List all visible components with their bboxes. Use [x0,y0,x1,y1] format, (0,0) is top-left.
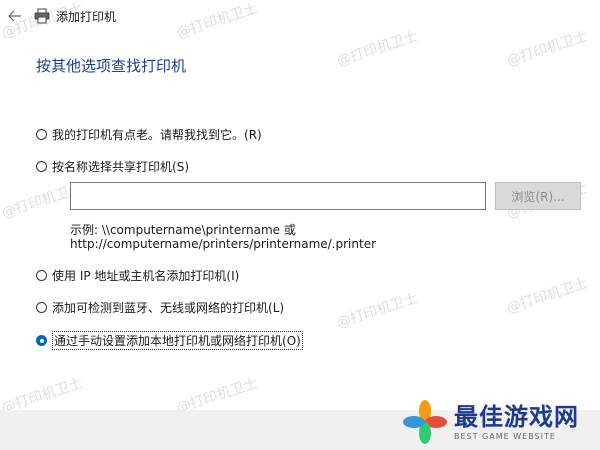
option-old-printer[interactable]: 我的打印机有点老。请帮我找到它。 (R) [36,126,262,143]
radio-button[interactable] [36,161,47,172]
radio-button[interactable] [36,302,47,313]
option-manual-settings[interactable]: 通过手动设置添加本地打印机或网络打印机(O) [36,331,303,350]
arrow-left-icon [8,10,21,22]
option-label-text: 通过手动设置添加本地打印机或网络打印机 [54,334,283,348]
option-label: 添加可检测到蓝牙、无线或网络的打印机 [52,301,269,315]
logo-subtitle: BEST GAME WEBSITE [454,431,556,441]
radio-button-selected[interactable] [36,335,47,346]
browse-button[interactable]: 浏览(R)... [495,182,581,210]
printer-name-input[interactable] [70,182,486,210]
option-shortcut: (O) [282,334,301,348]
logo-title: 最佳游戏网 [454,402,579,431]
example-text-line1: 示例: \\computername\printername 或 [70,223,296,237]
option-shortcut: (I) [226,268,240,283]
option-label: 使用 IP 地址或主机名添加打印机 [52,269,227,283]
option-shortcut: (S) [172,159,189,174]
option-bluetooth-wireless[interactable]: 添加可检测到蓝牙、无线或网络的打印机 (L) [36,299,284,316]
option-shortcut: (L) [268,300,285,315]
option-ip-address[interactable]: 使用 IP 地址或主机名添加打印机 (I) [36,267,239,284]
site-logo: 最佳游戏网 BEST GAME WEBSITE [402,397,598,447]
pinwheel-logo-icon [403,400,447,444]
title-bar: 添加打印机 [0,0,600,34]
radio-button[interactable] [36,270,47,281]
printer-icon [34,8,50,24]
window-title: 添加打印机 [56,10,117,24]
option-label: 按名称选择共享打印机 [52,160,173,174]
option-label: 我的打印机有点老。请帮我找到它。 [52,128,245,142]
option-label: 通过手动设置添加本地打印机或网络打印机(O) [52,331,303,350]
watermark: @打印机卫士 [334,290,420,332]
example-text-line2: http://computername/printers/printername… [70,237,377,251]
page-title: 按其他选项查找打印机 [36,57,187,75]
radio-button[interactable] [36,129,47,140]
back-button[interactable] [4,6,26,26]
option-shared-printer[interactable]: 按名称选择共享打印机 (S) [36,158,189,175]
watermark: @打印机卫士 [504,275,590,317]
option-shortcut: (R) [244,127,262,142]
